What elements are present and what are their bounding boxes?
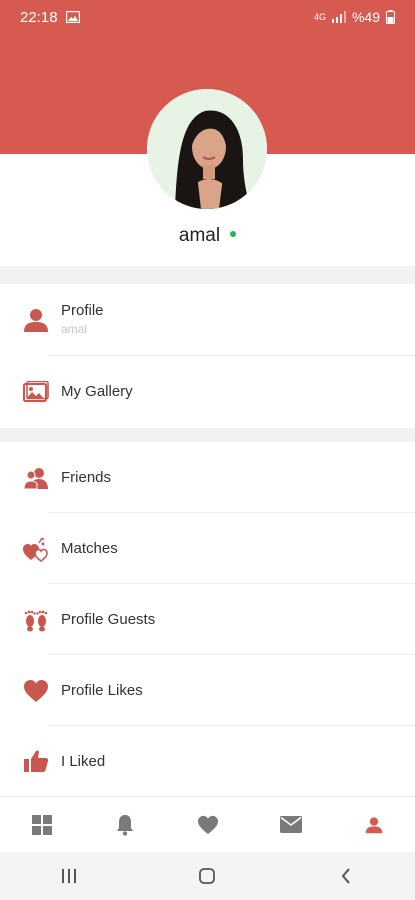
menu-item-i-liked[interactable]: I Liked bbox=[0, 726, 415, 796]
mail-icon bbox=[279, 816, 302, 833]
menu-item-label: Profile Guests bbox=[61, 611, 156, 628]
home-icon bbox=[199, 868, 216, 884]
grid-icon bbox=[31, 814, 52, 835]
nav-profile-button[interactable] bbox=[332, 797, 415, 852]
network-type-label: 4G bbox=[313, 11, 326, 22]
image-notification-icon bbox=[65, 11, 80, 23]
menu-item-my-gallery[interactable]: My Gallery bbox=[0, 356, 415, 428]
nav-home-button[interactable] bbox=[0, 797, 83, 852]
menu-item-profile[interactable]: Profile amal bbox=[0, 284, 415, 356]
recent-apps-button[interactable] bbox=[0, 852, 138, 900]
matches-icon bbox=[22, 535, 50, 563]
back-button[interactable] bbox=[277, 852, 415, 900]
heart-icon bbox=[197, 815, 219, 835]
nav-notifications-button[interactable] bbox=[83, 797, 166, 852]
person-icon bbox=[365, 815, 383, 835]
nav-likes-button[interactable] bbox=[166, 797, 249, 852]
avatar[interactable] bbox=[147, 89, 267, 209]
signal-icon bbox=[331, 11, 346, 23]
system-nav-bar bbox=[0, 852, 415, 900]
menu-item-label: Friends bbox=[61, 469, 112, 486]
online-status-dot bbox=[230, 230, 237, 237]
status-bar: 22:18 4G %49 bbox=[0, 0, 415, 34]
battery-percent: %49 bbox=[351, 9, 380, 25]
menu-item-label: Matches bbox=[61, 540, 118, 557]
section-gap bbox=[0, 428, 415, 442]
gallery-icon bbox=[22, 378, 50, 406]
thumbs-up-icon bbox=[22, 747, 50, 775]
footprints-icon bbox=[22, 606, 50, 634]
menu-item-label: Profile bbox=[61, 302, 104, 319]
status-time: 22:18 bbox=[20, 8, 58, 26]
section-gap bbox=[0, 266, 415, 284]
person-icon bbox=[22, 306, 50, 334]
menu-item-label: My Gallery bbox=[61, 383, 133, 400]
nav-messages-button[interactable] bbox=[249, 797, 332, 852]
username: amal bbox=[178, 225, 221, 246]
battery-icon bbox=[386, 10, 395, 24]
menu-item-profile-guests[interactable]: Profile Guests bbox=[0, 584, 415, 655]
menu-item-label: Profile Likes bbox=[61, 682, 143, 699]
menu-item-label: I Liked bbox=[61, 753, 106, 770]
menu-item-matches[interactable]: Matches bbox=[0, 513, 415, 584]
back-chevron-icon bbox=[341, 868, 351, 884]
menu-item-friends[interactable]: Friends bbox=[0, 442, 415, 513]
menu-item-profile-likes[interactable]: Profile Likes bbox=[0, 655, 415, 726]
menu-item-sub: amal bbox=[61, 322, 88, 336]
home-button[interactable] bbox=[138, 852, 276, 900]
bottom-nav bbox=[0, 796, 415, 852]
bell-icon bbox=[116, 814, 134, 836]
username-row: amal bbox=[0, 225, 415, 247]
friends-icon bbox=[22, 464, 50, 492]
recent-apps-icon bbox=[61, 869, 77, 883]
heart-icon bbox=[22, 677, 50, 705]
